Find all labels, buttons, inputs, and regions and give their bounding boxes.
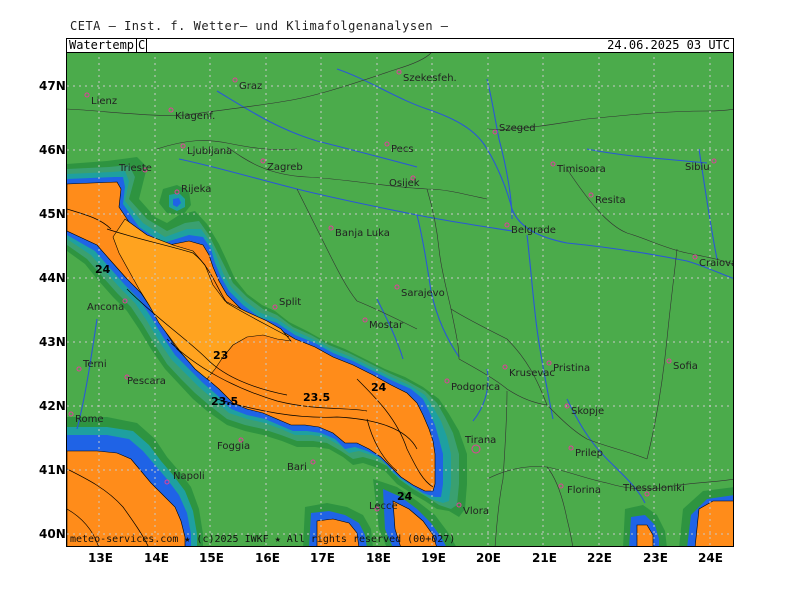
city-lecce: Lecce bbox=[369, 501, 398, 512]
city-mostar: Mostar bbox=[362, 317, 404, 331]
city-rijeka: Rijeka bbox=[174, 184, 211, 195]
svg-text:Prilep: Prilep bbox=[575, 448, 603, 459]
contour-label: 23 bbox=[213, 349, 228, 362]
city-trieste: Trieste bbox=[118, 163, 152, 174]
svg-text:Sibiu: Sibiu bbox=[685, 162, 710, 173]
lon-label: 18E bbox=[366, 551, 391, 565]
city-prilep: Prilep bbox=[568, 445, 603, 459]
city-resita: Resita bbox=[588, 192, 626, 206]
lat-label: 42N bbox=[39, 399, 66, 413]
svg-text:Ljubljana: Ljubljana bbox=[187, 146, 232, 157]
city-pescara: Pescara bbox=[124, 374, 166, 387]
city-ljubljana: Ljubljana bbox=[180, 143, 232, 157]
svg-text:Vlora: Vlora bbox=[463, 506, 489, 517]
lon-label: 20E bbox=[476, 551, 501, 565]
svg-text:Zagreb: Zagreb bbox=[267, 162, 303, 173]
svg-text:Ancona: Ancona bbox=[87, 302, 124, 313]
svg-text:Bari: Bari bbox=[287, 462, 307, 473]
svg-text:Split: Split bbox=[279, 297, 301, 308]
city-ancona: Ancona bbox=[87, 298, 128, 313]
timestamp-label: 24.06.2025 03 UTC bbox=[607, 38, 730, 52]
svg-text:Sarajevo: Sarajevo bbox=[401, 288, 445, 299]
city-szeged: Szeged bbox=[492, 123, 536, 135]
city-banja-luka: Banja Luka bbox=[328, 225, 390, 239]
variable-name: Watertemp bbox=[69, 38, 135, 52]
svg-text:Tirana: Tirana bbox=[464, 435, 496, 446]
lon-label: 22E bbox=[587, 551, 612, 565]
city-krusevac: Krusevac bbox=[502, 364, 555, 379]
svg-text:Mostar: Mostar bbox=[369, 320, 404, 331]
svg-text:Rijeka: Rijeka bbox=[181, 184, 211, 195]
svg-text:Belgrade: Belgrade bbox=[511, 225, 556, 236]
city-pristina: Pristina bbox=[546, 360, 590, 374]
lon-label: 13E bbox=[88, 551, 113, 565]
svg-text:Sofia: Sofia bbox=[673, 361, 698, 372]
city-foggia: Foggia bbox=[217, 437, 250, 452]
svg-text:Szekesfeh.: Szekesfeh. bbox=[403, 73, 457, 84]
svg-text:Foggia: Foggia bbox=[217, 441, 250, 452]
contour-label: 24 bbox=[371, 381, 387, 394]
svg-text:Krusevac: Krusevac bbox=[509, 368, 555, 379]
svg-text:Skopje: Skopje bbox=[571, 406, 604, 417]
city-rome: Rome bbox=[68, 411, 104, 425]
lon-label: 19E bbox=[421, 551, 446, 565]
water-temperature-map: 24 23 23.5 23.5 24 24 Lienz Graz Szekesf… bbox=[67, 39, 734, 546]
city-skopje: Skopje bbox=[564, 403, 604, 417]
svg-text:Lienz: Lienz bbox=[91, 96, 117, 107]
svg-text:Szeged: Szeged bbox=[499, 123, 536, 134]
svg-text:Pecs: Pecs bbox=[391, 144, 414, 155]
city-sarajevo: Sarajevo bbox=[394, 284, 445, 299]
lat-label: 40N bbox=[39, 527, 66, 541]
contour-label: 23.5 bbox=[303, 391, 330, 404]
svg-text:Resita: Resita bbox=[595, 195, 626, 206]
lon-label: 14E bbox=[144, 551, 169, 565]
lat-label: 41N bbox=[39, 463, 66, 477]
svg-text:Craiova: Craiova bbox=[699, 258, 734, 269]
lat-label: 44N bbox=[39, 271, 66, 285]
svg-text:Lecce: Lecce bbox=[369, 501, 398, 512]
lon-label: 16E bbox=[255, 551, 280, 565]
aegean-orange-water-east bbox=[694, 500, 733, 546]
svg-text:Osijek: Osijek bbox=[389, 178, 420, 189]
lon-label: 15E bbox=[199, 551, 224, 565]
svg-text:Trieste: Trieste bbox=[118, 163, 152, 174]
lon-label: 23E bbox=[643, 551, 668, 565]
lon-label: 17E bbox=[310, 551, 335, 565]
lat-label: 45N bbox=[39, 207, 66, 221]
map-panel: Watertemp C 24.06.2025 03 UTC 24 23 23.5… bbox=[66, 38, 734, 547]
svg-text:Thessaloniki: Thessaloniki bbox=[622, 483, 685, 494]
footer-credit: meteo-services.com ★ (c)2025 IWKF ★ All … bbox=[70, 534, 456, 545]
contour-label: 24 bbox=[397, 490, 413, 503]
svg-text:Podgorica: Podgorica bbox=[451, 382, 500, 393]
contour-label: 24 bbox=[95, 263, 111, 276]
svg-text:Terni: Terni bbox=[82, 359, 107, 370]
variable-label: Watertemp C bbox=[69, 38, 148, 53]
lat-label: 46N bbox=[39, 143, 66, 157]
contour-label: 23.5 bbox=[211, 395, 238, 408]
lat-label: 47N bbox=[39, 79, 66, 93]
city-osijek: Osijek bbox=[389, 175, 420, 189]
svg-text:Pristina: Pristina bbox=[553, 363, 590, 374]
lon-label: 21E bbox=[532, 551, 557, 565]
city-timisoara: Timisoara bbox=[550, 161, 606, 175]
map-header-bar: Watertemp C 24.06.2025 03 UTC bbox=[67, 39, 733, 53]
svg-text:Banja Luka: Banja Luka bbox=[335, 228, 390, 239]
city-klagenfurt: Klagenf. bbox=[168, 107, 215, 122]
svg-text:Florina: Florina bbox=[567, 485, 601, 496]
svg-text:Rome: Rome bbox=[75, 414, 104, 425]
svg-text:Timisoara: Timisoara bbox=[556, 164, 606, 175]
svg-text:Pescara: Pescara bbox=[127, 376, 166, 387]
svg-text:Graz: Graz bbox=[239, 81, 262, 92]
chart-title: CETA — Inst. f. Wetter— und Klimafolgena… bbox=[70, 19, 449, 33]
lat-label: 43N bbox=[39, 335, 66, 349]
svg-text:Klagenf.: Klagenf. bbox=[175, 111, 215, 122]
city-szekesfehervar: Szekesfeh. bbox=[396, 69, 457, 84]
city-craiova: Craiova bbox=[692, 254, 734, 269]
city-belgrade: Belgrade bbox=[504, 222, 556, 236]
svg-text:Napoli: Napoli bbox=[173, 471, 205, 482]
unit-label: C bbox=[136, 38, 148, 53]
city-zagreb: Zagreb bbox=[260, 158, 303, 173]
lon-label: 24E bbox=[698, 551, 723, 565]
city-podgorica: Podgorica bbox=[444, 378, 500, 393]
